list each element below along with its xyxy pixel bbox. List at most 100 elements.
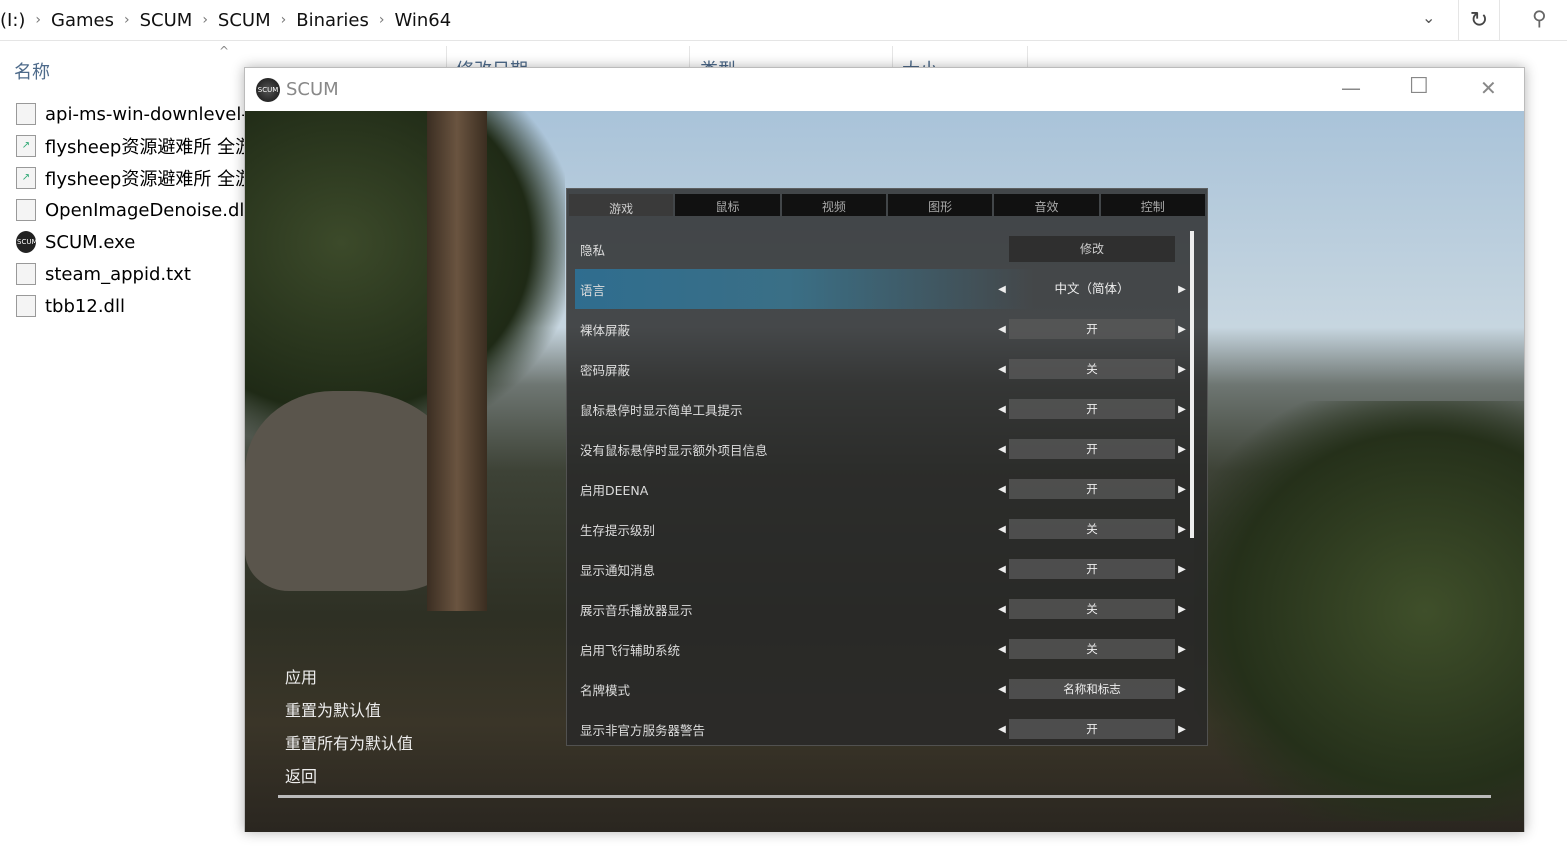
setting-label: 鼠标悬停时显示简单工具提示 (580, 402, 743, 418)
setting-row[interactable]: 裸体屏蔽 ◀ 开 ▶ (575, 309, 1187, 349)
breadcrumb: (I:) › Games › SCUM › SCUM › Binaries › Win64 (0, 0, 1500, 40)
tab-5[interactable]: 控制 (1100, 194, 1205, 216)
arrow-right-icon[interactable]: ▶ (1177, 284, 1187, 295)
tab-2[interactable]: 视频 (781, 194, 886, 216)
breadcrumb-item[interactable]: Win64 (395, 10, 452, 31)
scum-window: SCUM SCUM — ☐ ✕ 游戏 鼠标 视频 图形 音效 控制 隐私 修改 语言 ◀ 中文（简… (244, 67, 1525, 832)
tab-0[interactable]: 游戏 (569, 194, 674, 216)
file-item[interactable]: steam_appid.txt (16, 259, 191, 289)
menu-item[interactable]: 重置所有为默认值 (285, 730, 413, 754)
search-icon[interactable]: ⚲ (1532, 6, 1547, 30)
setting-value: 名称和标志 (1009, 679, 1175, 699)
setting-row[interactable]: 语言 ◀ 中文（简体） ▶ (575, 269, 1187, 309)
arrow-right-icon[interactable]: ▶ (1177, 684, 1187, 695)
setting-label: 裸体屏蔽 (580, 322, 631, 338)
sort-up-icon: ^ (219, 44, 230, 58)
settings-panel: 游戏 鼠标 视频 图形 音效 控制 隐私 修改 语言 ◀ 中文（简体） ▶ 裸体屏蔽 ◀ 开 ▶ 密码屏蔽 ◀ 关… (566, 188, 1208, 746)
chevron-down-icon[interactable]: ⌄ (1422, 8, 1435, 27)
setting-label: 隐私 (580, 242, 606, 258)
scum-logo-icon: SCUM (256, 77, 280, 102)
scum-app-icon: SCUM (16, 231, 38, 253)
arrow-right-icon[interactable]: ▶ (1177, 524, 1187, 535)
title-bar[interactable]: SCUM SCUM — ☐ ✕ (245, 68, 1524, 111)
arrow-left-icon[interactable]: ◀ (997, 364, 1007, 375)
setting-row[interactable]: 隐私 修改 (575, 229, 1187, 269)
arrow-left-icon[interactable]: ◀ (997, 404, 1007, 415)
dll-file-icon (16, 199, 36, 221)
background-foliage (1194, 401, 1524, 821)
background-tree (427, 111, 487, 611)
breadcrumb-item[interactable]: SCUM (140, 10, 193, 31)
arrow-left-icon[interactable]: ◀ (997, 644, 1007, 655)
close-icon[interactable]: ✕ (1480, 76, 1497, 100)
tab-1[interactable]: 鼠标 (675, 194, 780, 216)
arrow-left-icon[interactable]: ◀ (997, 524, 1007, 535)
maximize-icon[interactable]: ☐ (1409, 74, 1429, 99)
setting-label: 启用飞行辅助系统 (580, 642, 681, 658)
arrow-right-icon[interactable]: ▶ (1177, 404, 1187, 415)
chevron-right-icon: › (202, 12, 208, 28)
arrow-left-icon[interactable]: ◀ (997, 284, 1007, 295)
file-item[interactable]: ↗ flysheep资源避难所 全游 (16, 131, 253, 161)
breadcrumb-item[interactable]: (I:) (0, 10, 25, 31)
setting-row[interactable]: 启用飞行辅助系统 ◀ 关 ▶ (575, 629, 1187, 669)
file-name: OpenImageDenoise.dll (45, 199, 250, 221)
file-item[interactable]: api-ms-win-downlevel- (16, 99, 248, 129)
arrow-right-icon[interactable]: ▶ (1177, 644, 1187, 655)
refresh-icon[interactable]: ↻ (1458, 0, 1500, 40)
file-item[interactable]: tbb12.dll (16, 291, 125, 321)
setting-row[interactable]: 显示通知消息 ◀ 开 ▶ (575, 549, 1187, 589)
minimize-icon[interactable]: — (1341, 76, 1361, 100)
arrow-right-icon[interactable]: ▶ (1177, 444, 1187, 455)
scrollbar[interactable] (1190, 231, 1194, 538)
setting-row[interactable]: 鼠标悬停时显示简单工具提示 ◀ 开 ▶ (575, 389, 1187, 429)
menu-item[interactable]: 重置为默认值 (285, 697, 381, 721)
menu-item[interactable]: 返回 (285, 763, 317, 787)
arrow-left-icon[interactable]: ◀ (997, 444, 1007, 455)
arrow-left-icon[interactable]: ◀ (997, 564, 1007, 575)
setting-row[interactable]: 密码屏蔽 ◀ 关 ▶ (575, 349, 1187, 389)
arrow-left-icon[interactable]: ◀ (997, 484, 1007, 495)
modify-button[interactable]: 修改 (1009, 236, 1175, 262)
setting-row[interactable]: 名牌模式 ◀ 名称和标志 ▶ (575, 669, 1187, 709)
setting-row[interactable]: 生存提示级别 ◀ 关 ▶ (575, 509, 1187, 549)
file-name: api-ms-win-downlevel- (45, 103, 248, 125)
breadcrumb-item[interactable]: SCUM (218, 10, 271, 31)
background-foliage (245, 111, 565, 441)
dll-file-icon (16, 103, 36, 125)
arrow-right-icon[interactable]: ▶ (1177, 484, 1187, 495)
setting-row[interactable]: 展示音乐播放器显示 ◀ 关 ▶ (575, 589, 1187, 629)
file-item[interactable]: OpenImageDenoise.dll (16, 195, 249, 225)
menu-item[interactable]: 应用 (285, 664, 317, 688)
arrow-left-icon[interactable]: ◀ (997, 684, 1007, 695)
setting-row[interactable]: 没有鼠标悬停时显示额外项目信息 ◀ 开 ▶ (575, 429, 1187, 469)
chevron-right-icon: › (35, 12, 42, 28)
setting-value: 开 (1009, 719, 1175, 739)
file-item[interactable]: ↗ flysheep资源避难所 全游 (16, 163, 253, 193)
arrow-right-icon[interactable]: ▶ (1177, 724, 1187, 735)
setting-value: 中文（简体） (1054, 281, 1130, 296)
setting-row[interactable]: 启用DEENA ◀ 开 ▶ (575, 469, 1187, 509)
shortcut-icon: ↗ (16, 167, 36, 189)
arrow-left-icon[interactable]: ◀ (997, 724, 1007, 735)
arrow-right-icon[interactable]: ▶ (1177, 604, 1187, 615)
arrow-right-icon[interactable]: ▶ (1177, 324, 1187, 335)
setting-row[interactable]: 显示非官方服务器警告 ◀ 开 ▶ (575, 709, 1187, 749)
tab-3[interactable]: 图形 (887, 194, 993, 216)
file-item[interactable]: SCUM SCUM.exe (16, 227, 135, 257)
column-header-name[interactable]: 名称 (14, 58, 50, 84)
arrow-left-icon[interactable]: ◀ (997, 324, 1007, 335)
game-viewport: 游戏 鼠标 视频 图形 音效 控制 隐私 修改 语言 ◀ 中文（简体） ▶ 裸体屏蔽 ◀ 开 ▶ 密码屏蔽 ◀ 关… (245, 111, 1524, 832)
text-file-icon (16, 263, 36, 285)
file-name: steam_appid.txt (45, 263, 191, 285)
arrow-right-icon[interactable]: ▶ (1177, 364, 1187, 375)
setting-value: 关 (1009, 639, 1175, 659)
tab-4[interactable]: 音效 (994, 194, 1099, 216)
breadcrumb-item[interactable]: Games (51, 10, 114, 31)
arrow-left-icon[interactable]: ◀ (997, 604, 1007, 615)
arrow-right-icon[interactable]: ▶ (1177, 564, 1187, 575)
breadcrumb-item[interactable]: Binaries (296, 10, 369, 31)
setting-label: 没有鼠标悬停时显示额外项目信息 (580, 442, 768, 458)
window-title: SCUM (286, 79, 339, 100)
setting-value: 关 (1009, 599, 1175, 619)
